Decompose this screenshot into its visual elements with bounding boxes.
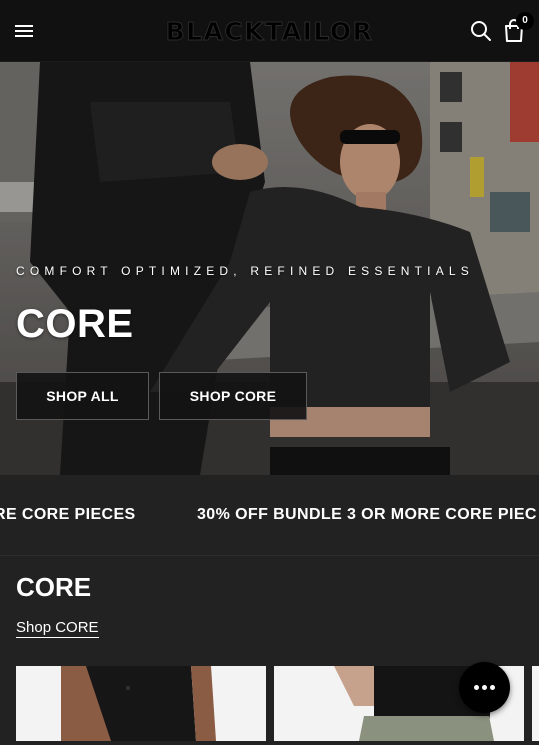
collection-title: CORE xyxy=(16,572,92,602)
product-card[interactable] xyxy=(532,666,539,741)
product-card[interactable] xyxy=(16,666,266,741)
shop-core-link[interactable]: Shop CORE xyxy=(16,619,99,638)
promo-marquee: RE CORE PIECES 30% OFF BUNDLE 3 OR MORE … xyxy=(0,475,539,555)
hero-kicker: COMFORT OPTIMIZED, REFINED ESSENTIALS xyxy=(16,264,474,278)
hero-title: CORE xyxy=(16,302,134,346)
cart-count-badge: 0 xyxy=(516,12,534,30)
brand-logo[interactable]: BLACKTAILOR xyxy=(0,17,539,47)
marquee-item: 30% OFF BUNDLE 3 OR MORE CORE PIEC xyxy=(197,506,537,523)
marquee-item: RE CORE PIECES xyxy=(0,506,136,523)
chat-icon[interactable] xyxy=(459,662,510,713)
shop-core-button[interactable]: SHOP CORE xyxy=(159,372,307,420)
shop-all-button[interactable]: SHOP ALL xyxy=(16,372,149,420)
product-image xyxy=(16,666,266,741)
search-icon[interactable] xyxy=(470,20,492,42)
site-header: BLACKTAILOR 0 xyxy=(0,0,539,62)
hero-banner: COMFORT OPTIMIZED, REFINED ESSENTIALS CO… xyxy=(0,62,539,475)
collection-section: CORE Shop CORE xyxy=(0,555,539,745)
